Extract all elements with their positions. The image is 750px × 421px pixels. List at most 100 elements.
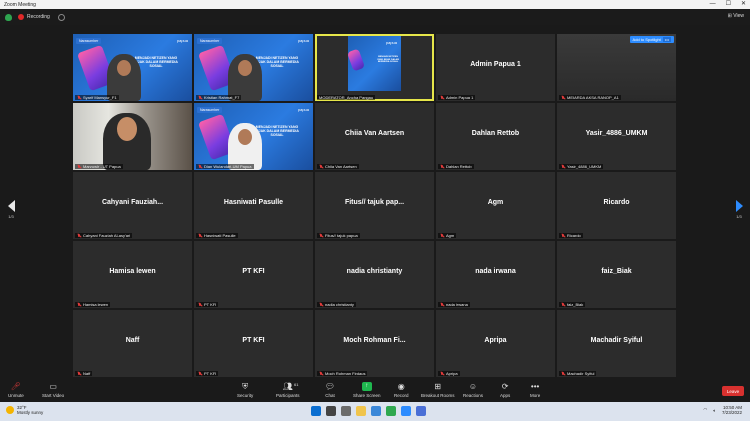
name-tag: faiz_Biak xyxy=(559,302,586,307)
name-tag-text: Chiia Van Aartsen xyxy=(325,164,357,169)
slide-tag: Narasumber xyxy=(197,107,223,113)
name-tag: Cahyani Fauziah Al-asy'ari xyxy=(75,233,133,238)
name-tag: Chiia Van Aartsen xyxy=(317,164,359,169)
weather-text: Mostly sunny xyxy=(17,410,44,415)
apps-icon: ⟳ xyxy=(501,382,509,391)
video-tile[interactable]: NarasumberpapuaMENJADI NETIZEN YANG BIJA… xyxy=(73,34,192,101)
close-button[interactable]: ✕ xyxy=(741,1,746,7)
name-tag-text: Yasir_4886_UMKM xyxy=(567,164,602,169)
participant-name: PT KFI xyxy=(242,268,265,275)
video-tile[interactable]: Add to Spotlight ••• MEIARDA AKSA RANOP_A1 xyxy=(557,34,676,101)
leave-button[interactable]: Leave xyxy=(722,386,744,396)
video-tile[interactable]: Machadir Syiful Machadir Syiful xyxy=(557,310,676,377)
clock[interactable]: 10:50 AM 7/23/2022 xyxy=(722,405,742,415)
mic-muted-icon xyxy=(198,371,202,376)
video-tile[interactable]: nadia christianty nadia christianty xyxy=(315,241,434,308)
video-tile[interactable]: Marzuwir - UT Papua xyxy=(73,103,192,170)
video-tile[interactable]: faiz_Biak faiz_Biak xyxy=(557,241,676,308)
breakout-rooms-button[interactable]: ⊞ Breakout Rooms xyxy=(421,382,455,398)
slide-tag: Narasumber xyxy=(197,38,223,44)
participant-name: Moch Rohman Fi... xyxy=(343,337,406,344)
task-view-icon[interactable] xyxy=(341,406,351,416)
pause-recording-button[interactable] xyxy=(57,13,65,21)
name-tag: Dian Wulandari-UM Papua xyxy=(196,164,254,169)
name-tag-text: Admin Papua 1 xyxy=(446,95,474,100)
participant-name: Agm xyxy=(487,199,504,206)
page-prev[interactable]: 1/3 xyxy=(4,200,18,219)
video-tile[interactable]: Hasniwati Pasulle Hasniwati Pasulle xyxy=(194,172,313,239)
video-tile[interactable]: Moch Rohman Fi... Moch Rohman Firdaus xyxy=(315,310,434,377)
video-tile[interactable]: nada irwana nada irwana xyxy=(436,241,555,308)
chat-label: Chat xyxy=(325,393,335,398)
search-icon[interactable] xyxy=(326,406,336,416)
record-button[interactable]: ◉ Record xyxy=(394,382,409,398)
video-tile[interactable]: Yasir_4886_UMKM Yasir_4886_UMKM xyxy=(557,103,676,170)
mic-muted-icon xyxy=(319,164,323,169)
video-tile[interactable]: Naff Naff xyxy=(73,310,192,377)
chat-button[interactable]: 💬︎ Chat xyxy=(325,382,335,398)
weather-widget[interactable]: 32°F Mostly sunny xyxy=(6,405,43,415)
file-explorer-icon[interactable] xyxy=(356,406,366,416)
maximize-button[interactable]: ☐ xyxy=(726,1,731,7)
sun-icon xyxy=(6,406,14,414)
teams-icon[interactable] xyxy=(416,406,426,416)
unmute-button[interactable]: 🎤︎ Unmute xyxy=(8,382,24,398)
chrome-icon[interactable] xyxy=(386,406,396,416)
name-tag-text: Marzuwir - UT Papua xyxy=(83,164,121,169)
video-tile[interactable]: Hamisa lewen Hamisa lewen xyxy=(73,241,192,308)
video-tile[interactable]: Agm Agm xyxy=(436,172,555,239)
wifi-icon[interactable]: ◠ xyxy=(703,407,707,413)
video-tile[interactable]: Apripa Apripa xyxy=(436,310,555,377)
mic-muted-icon xyxy=(198,95,202,100)
breakout-rooms-label: Breakout Rooms xyxy=(421,393,455,398)
add-to-spotlight-button[interactable]: Add to Spotlight ••• xyxy=(629,36,674,43)
video-tile[interactable]: Admin Papua 1 Admin Papua 1 xyxy=(436,34,555,101)
view-button[interactable]: ⊞ View xyxy=(728,13,744,19)
slide-logos: papua xyxy=(385,40,397,45)
windows-taskbar: 32°F Mostly sunny ◠ 🔈︎ 10:50 AM 7/23/202… xyxy=(0,402,750,421)
video-tile[interactable]: Fitus// tajuk pap... Fitus// tajuk papua xyxy=(315,172,434,239)
edge-icon[interactable] xyxy=(371,406,381,416)
minimize-button[interactable]: — xyxy=(710,1,716,7)
mic-muted-icon xyxy=(561,95,565,100)
participant-name: faiz_Biak xyxy=(601,268,632,275)
participant-name: Machadir Syiful xyxy=(590,337,643,344)
camera-feed xyxy=(73,103,192,170)
reactions-button[interactable]: ☺ Reactions xyxy=(463,382,483,398)
video-tile[interactable]: NarasumberpapuaMENJADI NETIZEN YANG BIJA… xyxy=(315,34,434,101)
page-next[interactable]: 1/3 xyxy=(732,200,746,219)
name-tag-text: Agm xyxy=(446,233,455,238)
video-tile[interactable]: Cahyani Fauziah... Cahyani Fauziah Al-asy… xyxy=(73,172,192,239)
participant-name: Cahyani Fauziah... xyxy=(101,199,164,206)
more-button[interactable]: ••• More xyxy=(530,382,540,398)
name-tag-text: Hasniwati Pasulle xyxy=(204,233,236,238)
video-tile[interactable]: PT KFI PT KFI xyxy=(194,310,313,377)
video-tile[interactable]: Ricardo Ricardo xyxy=(557,172,676,239)
video-tile[interactable]: NarasumberpapuaMENJADI NETIZEN YANG BIJA… xyxy=(194,34,313,101)
mic-muted-icon xyxy=(440,233,444,238)
name-tag-text: Dahlan Rettob xyxy=(446,164,472,169)
zoom-icon[interactable] xyxy=(401,406,411,416)
window-controls: — ☐ ✕ xyxy=(710,1,746,7)
name-tag-text: Moch Rohman Firdaus xyxy=(325,371,366,376)
share-screen-button[interactable]: ↑ Share Screen xyxy=(353,382,381,398)
security-shield-icon[interactable] xyxy=(5,13,12,21)
video-gallery: Narasumber papua MENJADI NETIZEN YANG BIJA… xyxy=(73,34,677,377)
security-button[interactable]: ⛨ Security xyxy=(237,382,253,398)
name-tag: Moch Rohman Firdaus xyxy=(317,371,368,376)
volume-icon[interactable]: 🔈︎ xyxy=(713,408,716,413)
video-tile[interactable]: Dahlan Rettob Dahlan Rettob xyxy=(436,103,555,170)
start-icon[interactable] xyxy=(311,406,321,416)
name-tag: Naff xyxy=(75,371,93,376)
name-tag: Hamisa lewen xyxy=(75,302,111,307)
chat-icon: 💬︎ xyxy=(324,382,336,391)
video-tile[interactable]: Chiia Van Aartsen Chiia Van Aartsen xyxy=(315,103,434,170)
more-options-button[interactable]: ••• xyxy=(662,37,671,42)
start-video-button[interactable]: ▭ Start Video xyxy=(42,382,64,398)
window-titlebar: Zoom Meeting — ☐ ✕ xyxy=(0,0,750,9)
name-tag: Ricardo xyxy=(559,233,583,238)
apps-button[interactable]: ⟳ Apps xyxy=(500,382,510,398)
mic-muted-icon xyxy=(319,233,323,238)
video-tile[interactable]: NarasumberpapuaMENJADI NETIZEN YANG BIJA… xyxy=(194,103,313,170)
video-tile[interactable]: PT KFI PT KFI xyxy=(194,241,313,308)
